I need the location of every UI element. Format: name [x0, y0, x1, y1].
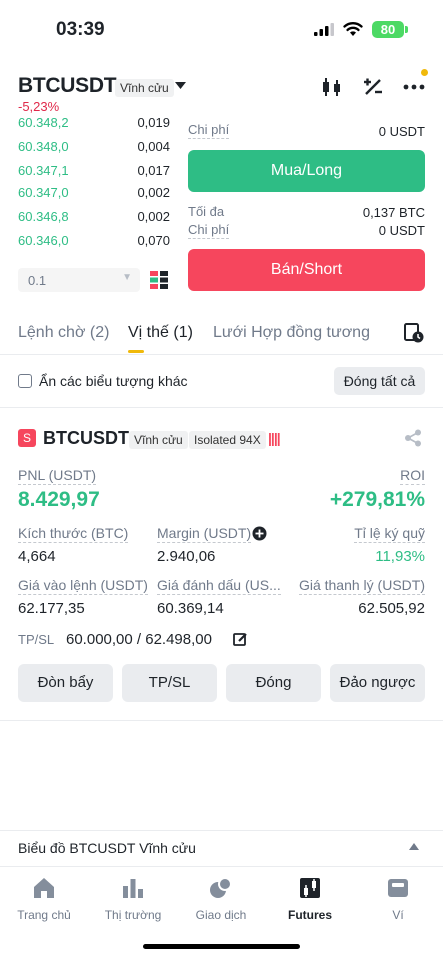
wallet-icon — [388, 879, 408, 897]
order-book-row[interactable]: 60.346,8 0,002 — [18, 209, 170, 231]
signal-icon — [314, 23, 334, 36]
contract-type-tag: Vĩnh cửu — [115, 79, 174, 97]
battery-level: 80 — [372, 21, 404, 38]
cost-label: Chi phí — [188, 122, 230, 139]
tpsl-label: TP/SL — [18, 632, 55, 647]
entry-price-value: 62.177,35 — [18, 600, 85, 617]
quantity-step-select[interactable]: 0.1 ▼ — [18, 268, 140, 292]
nav-label: Trang chủ — [17, 908, 71, 922]
liquidation-price-value: 62.505,92 — [358, 600, 425, 617]
chart-section-label: Biểu đồ BTCUSDT Vĩnh cửu — [18, 840, 196, 856]
nav-markets[interactable]: Thị trường — [93, 876, 173, 922]
roi-value: +279,81% — [329, 488, 425, 511]
size-label: Kích thước (BTC) — [18, 525, 129, 543]
hide-other-symbols-label: Ẩn các biểu tượng khác — [39, 373, 188, 389]
cost-value: 0 USDT — [378, 124, 425, 139]
battery-tip — [405, 26, 408, 33]
order-book-row[interactable]: 60.346,0 0,070 — [18, 233, 170, 254]
home-icon — [34, 878, 54, 898]
cost-label-bottom: Chi phí — [188, 222, 230, 239]
chevron-down-icon: ▼ — [122, 272, 132, 283]
nav-trade[interactable]: Giao dịch — [181, 876, 261, 922]
sell-short-button[interactable]: Bán/Short — [188, 249, 425, 291]
futures-icon — [300, 878, 320, 898]
close-position-button[interactable]: Đóng — [226, 664, 321, 702]
tab-positions[interactable]: Vị thế (1) — [128, 324, 193, 342]
add-margin-icon[interactable] — [252, 526, 267, 541]
order-book-row[interactable]: 60.348,2 0,019 — [18, 118, 170, 137]
order-book-row[interactable]: 60.347,1 0,017 — [18, 163, 170, 185]
nav-label: Giao dịch — [195, 908, 247, 922]
candlestick-chart-icon[interactable] — [320, 75, 344, 99]
edit-tpsl-icon[interactable] — [233, 632, 248, 647]
max-label: Tối đa — [188, 204, 225, 219]
nav-label: Thị trường — [104, 908, 162, 922]
quantity-step-value: 0.1 — [28, 273, 47, 288]
pair-title[interactable]: BTCUSDT — [18, 74, 117, 98]
margin-label: Margin (USDT) — [157, 525, 252, 543]
roi-label: ROI — [400, 467, 425, 485]
adl-indicator-icon: |||| — [268, 430, 281, 446]
cost-value-bottom: 0 USDT — [378, 223, 425, 238]
nav-label: Ví — [392, 908, 404, 922]
liquidation-price-label: Giá thanh lý (USDT) — [298, 577, 425, 595]
order-book-row[interactable]: 60.347,0 0,002 — [18, 185, 170, 207]
market-icon — [123, 879, 143, 898]
active-tab-indicator — [128, 350, 144, 353]
more-options-icon[interactable] — [402, 75, 426, 99]
hide-other-symbols-checkbox[interactable] — [18, 374, 32, 388]
order-book: 60.348,2 0,019 60.348,0 0,004 60.347,1 0,01… — [0, 118, 180, 254]
tab-grid-futures[interactable]: Lưới Hợp đồng tương — [213, 324, 370, 342]
trade-icon — [210, 877, 232, 898]
tpsl-value: 60.000,00 / 62.498,00 — [66, 631, 212, 648]
nav-wallet[interactable]: Ví — [358, 876, 438, 922]
tpsl-button[interactable]: TP/SL — [122, 664, 217, 702]
filter-divider — [0, 407, 443, 408]
close-all-button[interactable]: Đóng tất cả — [334, 367, 425, 395]
max-value: 0,137 BTC — [362, 205, 425, 220]
price-change: -5,23% — [18, 99, 60, 114]
tabs-divider — [0, 354, 443, 355]
share-icon[interactable] — [404, 429, 422, 447]
status-time: 03:39 — [56, 19, 105, 40]
margin-value: 2.940,06 — [157, 548, 216, 565]
pnl-label: PNL (USDT) — [18, 467, 97, 485]
leverage-button[interactable]: Đòn bẩy — [18, 664, 113, 702]
mark-price-value: 60.369,14 — [157, 600, 224, 617]
position-contract-tag: Vĩnh cửu — [129, 431, 188, 449]
margin-mode-tag: Isolated 94X — [189, 431, 266, 449]
nav-divider — [0, 866, 443, 867]
reverse-position-button[interactable]: Đảo ngược — [330, 664, 425, 702]
entry-price-label: Giá vào lệnh (USDT) — [18, 577, 148, 595]
order-history-icon[interactable] — [404, 323, 424, 343]
nav-home[interactable]: Trang chủ — [4, 876, 84, 922]
margin-ratio-label: Tỉ lệ ký quỹ — [354, 525, 425, 543]
order-book-layout-icon[interactable] — [150, 271, 168, 289]
chevron-up-icon[interactable] — [409, 843, 419, 850]
nav-label: Futures — [287, 908, 332, 922]
buy-long-button[interactable]: Mua/Long — [188, 150, 425, 192]
mark-price-label: Giá đánh dấu (US... — [157, 577, 281, 595]
status-bar: 03:39 80 — [0, 0, 443, 60]
position-pair[interactable]: BTCUSDT — [43, 428, 129, 449]
home-indicator[interactable] — [143, 944, 300, 949]
short-side-badge: S — [18, 429, 36, 447]
margin-ratio-value: 11,93% — [375, 548, 425, 565]
notification-dot — [421, 69, 428, 76]
tab-open-orders[interactable]: Lệnh chờ (2) — [18, 324, 109, 342]
size-value: 4,664 — [18, 548, 56, 565]
caret-down-icon[interactable] — [175, 82, 186, 90]
pnl-value: 8.429,97 — [18, 488, 100, 511]
wifi-icon — [343, 22, 363, 36]
position-divider — [0, 720, 443, 721]
order-book-row[interactable]: 60.348,0 0,004 — [18, 139, 170, 161]
nav-futures[interactable]: Futures — [270, 876, 350, 922]
calculator-icon[interactable] — [361, 75, 385, 99]
